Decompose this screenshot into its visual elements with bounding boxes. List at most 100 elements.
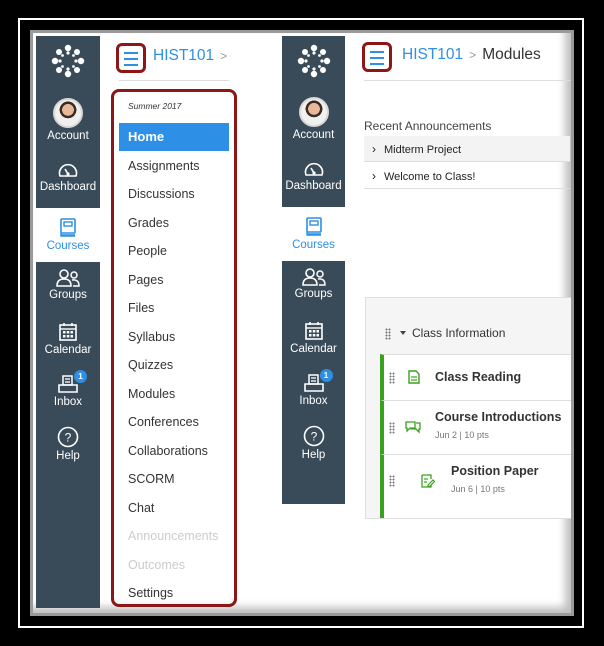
course-term: Summer 2017 [128, 101, 182, 111]
breadcrumb-right: HIST101 > Modules [402, 46, 541, 64]
drag-handle-icon[interactable] [389, 422, 395, 434]
nav-item-account[interactable]: Account [282, 97, 345, 141]
courses-icon [305, 217, 323, 237]
avatar [53, 98, 83, 128]
nav-item-courses[interactable]: Courses [282, 207, 345, 261]
module-item-class-reading[interactable]: Class Reading [380, 354, 571, 400]
nav-item-calendar[interactable]: Calendar [36, 322, 100, 356]
course-menu-item-scorm[interactable]: SCORM [119, 465, 229, 493]
course-menu-item-files[interactable]: Files [119, 294, 229, 322]
nav-item-courses[interactable]: Courses [36, 208, 100, 262]
module-class-information: Class Information Class Reading Course I… [365, 297, 571, 519]
global-nav-right: Account Dashboard Courses Groups Calenda… [282, 36, 345, 504]
page-icon [408, 370, 420, 389]
course-menu-item-quizzes[interactable]: Quizzes [119, 351, 229, 379]
nav-item-label: Dashboard [39, 181, 97, 193]
nav-item-label: Help [301, 449, 326, 461]
course-menu-item-syllabus[interactable]: Syllabus [119, 323, 229, 351]
inbox-unread-badge: 1 [319, 369, 333, 382]
nav-item-label: Courses [46, 240, 90, 252]
breadcrumb-current-page: Modules [482, 46, 541, 63]
hamburger-icon [124, 52, 138, 70]
groups-icon [55, 269, 81, 287]
nav-item-inbox[interactable]: 1 Inbox [36, 370, 100, 408]
nav-item-help[interactable]: ? Help [36, 426, 100, 462]
nav-item-label: Account [292, 129, 335, 141]
breadcrumb-separator: > [469, 48, 477, 62]
dashboard-icon [57, 161, 79, 179]
nav-item-label: Inbox [53, 396, 83, 408]
nav-item-label: Dashboard [285, 180, 342, 192]
nav-item-dashboard[interactable]: Dashboard [36, 161, 100, 193]
breadcrumb-course-link[interactable]: HIST101 [153, 47, 214, 64]
course-menu-item-grades[interactable]: Grades [119, 209, 229, 237]
drag-handle-icon[interactable] [389, 372, 395, 384]
dashboard-icon [303, 160, 325, 178]
course-menu-item-home[interactable]: Home [119, 123, 229, 151]
avatar [298, 97, 329, 127]
breadcrumb-course-link[interactable]: HIST101 [402, 46, 463, 63]
global-nav-left: Account Dashboard Courses Groups Calenda… [36, 36, 100, 608]
module-item-meta: Jun 6 | 10 pts [451, 484, 505, 494]
recent-announcements-heading: Recent Announcements [364, 119, 492, 133]
chevron-right-icon: › [372, 142, 376, 156]
course-menu-item-assignments[interactable]: Assignments [119, 152, 229, 180]
chevron-right-icon: › [372, 169, 376, 183]
nav-item-label: Help [56, 450, 80, 462]
nav-item-label: Calendar [44, 344, 92, 356]
svg-text:?: ? [310, 430, 317, 444]
inbox-icon: 1 [57, 370, 87, 394]
nav-item-label: Groups [49, 289, 87, 301]
header-divider [364, 80, 571, 81]
drag-handle-icon[interactable] [389, 475, 395, 487]
module-item-title[interactable]: Class Reading [435, 370, 521, 384]
announcement-title: Midterm Project [384, 144, 462, 156]
course-menu-item-people[interactable]: People [119, 237, 229, 265]
course-menu-item-pages[interactable]: Pages [119, 266, 229, 294]
breadcrumb-separator: > [220, 49, 228, 63]
module-item-title[interactable]: Position Paper [451, 464, 539, 478]
nav-item-label: Courses [292, 239, 335, 251]
nav-item-account[interactable]: Account [36, 98, 100, 142]
nav-item-groups[interactable]: Groups [36, 269, 100, 301]
nav-item-label: Groups [294, 288, 333, 300]
canvas-logo[interactable] [36, 44, 100, 78]
course-menu-item-outcomes: Outcomes [128, 557, 185, 572]
collapse-caret-icon[interactable] [400, 331, 406, 335]
calendar-icon [304, 321, 324, 341]
groups-icon [301, 268, 327, 286]
canvas-logo[interactable] [282, 44, 345, 78]
course-menu-toggle-button[interactable] [116, 43, 146, 73]
course-menu-item-collaborations[interactable]: Collaborations [119, 437, 229, 465]
announcement-item[interactable]: › Midterm Project [364, 136, 570, 162]
course-menu-item-announcements: Announcements [128, 529, 219, 543]
courses-icon [59, 218, 77, 238]
nav-item-label: Account [47, 130, 89, 142]
course-menu-item-discussions[interactable]: Discussions [119, 180, 229, 208]
module-item-meta: Jun 2 | 10 pts [435, 430, 489, 440]
course-menu-toggle-button[interactable] [362, 42, 392, 72]
nav-item-inbox[interactable]: 1 Inbox [282, 369, 345, 407]
canvas-logo-icon [297, 44, 331, 78]
nav-item-label: Inbox [299, 395, 328, 407]
course-menu-item-conferences[interactable]: Conferences [119, 408, 229, 436]
announcement-item[interactable]: › Welcome to Class! [364, 163, 570, 189]
module-item-course-introductions[interactable]: Course Introductions Jun 2 | 10 pts [380, 400, 571, 454]
course-menu-item-settings[interactable]: Settings [119, 579, 229, 607]
nav-item-dashboard[interactable]: Dashboard [282, 160, 345, 192]
svg-text:?: ? [65, 431, 72, 445]
discussion-icon [405, 420, 421, 439]
nav-item-groups[interactable]: Groups [282, 268, 345, 300]
announcement-title: Welcome to Class! [384, 171, 476, 183]
drag-handle-icon[interactable] [385, 328, 391, 340]
nav-item-help[interactable]: ? Help [282, 425, 345, 461]
hamburger-icon [370, 51, 384, 69]
nav-item-calendar[interactable]: Calendar [282, 321, 345, 355]
nav-item-label: Calendar [290, 343, 337, 355]
help-icon: ? [57, 426, 79, 448]
module-item-position-paper[interactable]: Position Paper Jun 6 | 10 pts [380, 454, 571, 518]
course-menu-item-modules[interactable]: Modules [119, 380, 229, 408]
module-item-title[interactable]: Course Introductions [435, 410, 561, 424]
course-menu-item-chat[interactable]: Chat [119, 494, 229, 522]
breadcrumb-left: HIST101 > [153, 47, 233, 65]
